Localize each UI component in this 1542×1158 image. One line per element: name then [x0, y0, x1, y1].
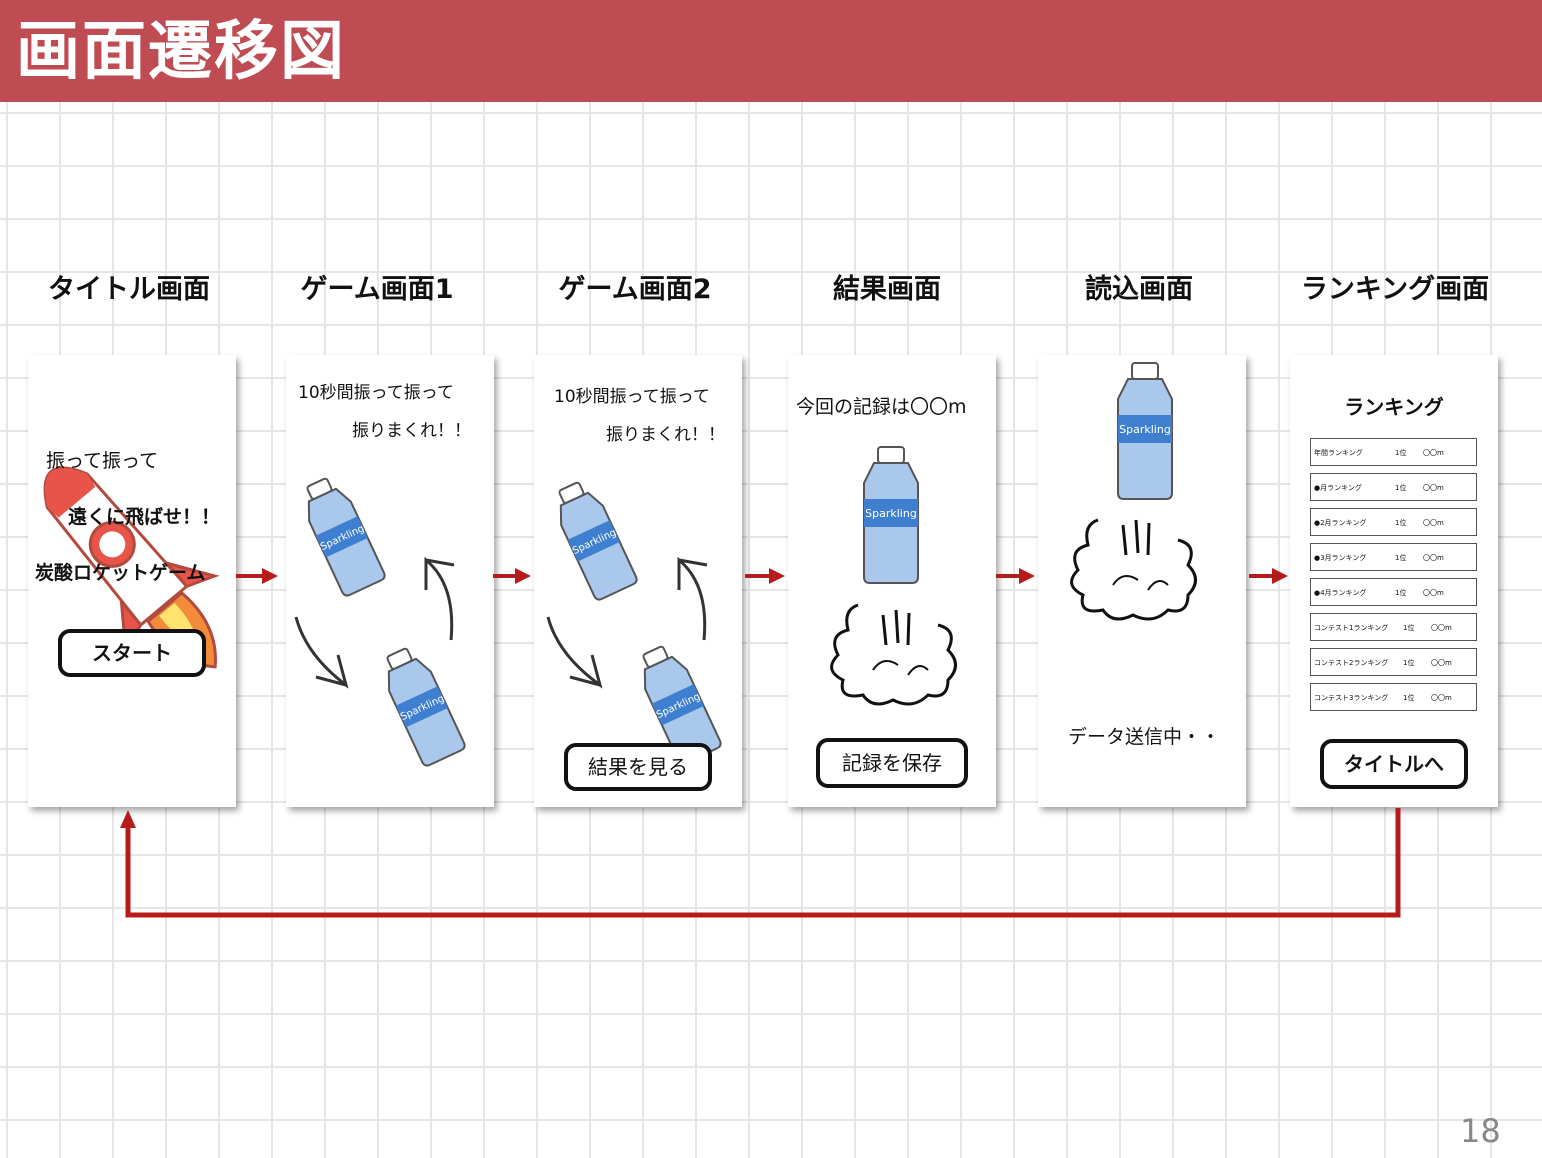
bottle-icon: Sparkling	[306, 475, 386, 599]
ranking-row[interactable]: コンテスト3ランキング 1位 〇〇m	[1310, 683, 1477, 711]
slide-header: 画面遷移図	[0, 0, 1542, 102]
arrow-loading-to-ranking	[1249, 568, 1288, 584]
ranking-name: ●4月ランキング	[1314, 589, 1367, 597]
arrow-game1-to-game2	[493, 568, 531, 584]
ranking-rank: 1位	[1403, 694, 1415, 702]
title-screen-mockup: 振って振って 遠くに飛ばせ！！ 炭酸ロケットゲーム スタート	[28, 355, 236, 807]
slide-title: 画面遷移図	[16, 15, 346, 89]
catchphrase-line1: 振って振って	[46, 450, 159, 472]
ranking-screen-mockup: ランキング 年間ランキング 1位 〇〇m ●月ランキング 1位 〇〇m ●2月ラ…	[1290, 355, 1498, 807]
arrow-ranking-to-title	[120, 808, 1401, 918]
ranking-name: コンテスト3ランキング	[1314, 694, 1389, 702]
result-screen-mockup: 今回の記録は〇〇m Sparkling 記録を保存	[788, 355, 996, 807]
ranking-value: 〇〇m	[1423, 484, 1444, 492]
show-result-button[interactable]: 結果を見る	[564, 743, 712, 791]
ranking-name: コンテスト1ランキング	[1314, 624, 1389, 632]
stage-title-loading: 読込画面	[1085, 274, 1193, 305]
sending-status: データ送信中・・	[1068, 726, 1221, 748]
game2-screen-mockup: 10秒間振って振って 振りまくれ！！ Sparkling Sparkling 結…	[534, 355, 742, 807]
ranking-row[interactable]: ●月ランキング 1位 〇〇m	[1310, 473, 1477, 501]
catchphrase-line2: 遠くに飛ばせ！！	[68, 506, 221, 528]
stage-title-ranking: ランキング画面	[1300, 274, 1490, 305]
ranking-name: ●月ランキング	[1314, 484, 1362, 492]
page-number: 18	[1460, 1112, 1501, 1150]
ranking-rank: 1位	[1395, 519, 1407, 527]
ranking-name: コンテスト2ランキング	[1314, 659, 1389, 667]
bottle-icon: Sparkling	[386, 645, 466, 769]
ranking-rank: 1位	[1395, 484, 1407, 492]
ranking-row[interactable]: ●3月ランキング 1位 〇〇m	[1310, 543, 1477, 571]
loading-screen-mockup: Sparkling データ送信中・・	[1038, 355, 1246, 807]
arrow-title-to-game1	[236, 568, 278, 584]
ranking-name: ●3月ランキング	[1314, 554, 1367, 562]
ranking-value: 〇〇m	[1423, 519, 1444, 527]
ranking-value: 〇〇m	[1431, 659, 1452, 667]
game-name: 炭酸ロケットゲーム	[35, 562, 206, 584]
ranking-rank: 1位	[1395, 554, 1407, 562]
ranking-value: 〇〇m	[1423, 449, 1444, 457]
stage-title-title: タイトル画面	[48, 274, 210, 305]
ranking-rank: 1位	[1395, 589, 1407, 597]
ranking-name: ●2月ランキング	[1314, 519, 1367, 527]
back-to-title-button[interactable]: タイトルへ	[1320, 739, 1468, 789]
bottle-icon: Sparkling	[558, 479, 638, 603]
ranking-row[interactable]: ●4月ランキング 1位 〇〇m	[1310, 578, 1477, 606]
ranking-value: 〇〇m	[1431, 694, 1452, 702]
ranking-row[interactable]: ●2月ランキング 1位 〇〇m	[1310, 508, 1477, 536]
ranking-row[interactable]: コンテスト2ランキング 1位 〇〇m	[1310, 648, 1477, 676]
save-record-button[interactable]: 記録を保存	[816, 738, 968, 788]
ranking-row[interactable]: コンテスト1ランキング 1位 〇〇m	[1310, 613, 1477, 641]
start-button[interactable]: スタート	[58, 629, 206, 677]
ranking-value: 〇〇m	[1431, 624, 1452, 632]
ranking-rank: 1位	[1403, 659, 1415, 667]
ranking-row[interactable]: 年間ランキング 1位 〇〇m	[1310, 438, 1477, 466]
ranking-rank: 1位	[1403, 624, 1415, 632]
stage-title-result: 結果画面	[833, 274, 941, 305]
stage-title-game2: ゲーム画面2	[558, 274, 712, 305]
ranking-value: 〇〇m	[1423, 589, 1444, 597]
ranking-value: 〇〇m	[1423, 554, 1444, 562]
ranking-name: 年間ランキング	[1314, 449, 1363, 457]
game1-screen-mockup: 10秒間振って振って 振りまくれ！！ Sparkling Sparkling	[286, 355, 494, 807]
arrow-result-to-loading	[996, 568, 1035, 584]
arrow-game2-to-result	[745, 568, 785, 584]
ranking-heading: ランキング	[1344, 395, 1444, 419]
stage-title-game1: ゲーム画面1	[300, 274, 454, 305]
ranking-rank: 1位	[1395, 449, 1407, 457]
